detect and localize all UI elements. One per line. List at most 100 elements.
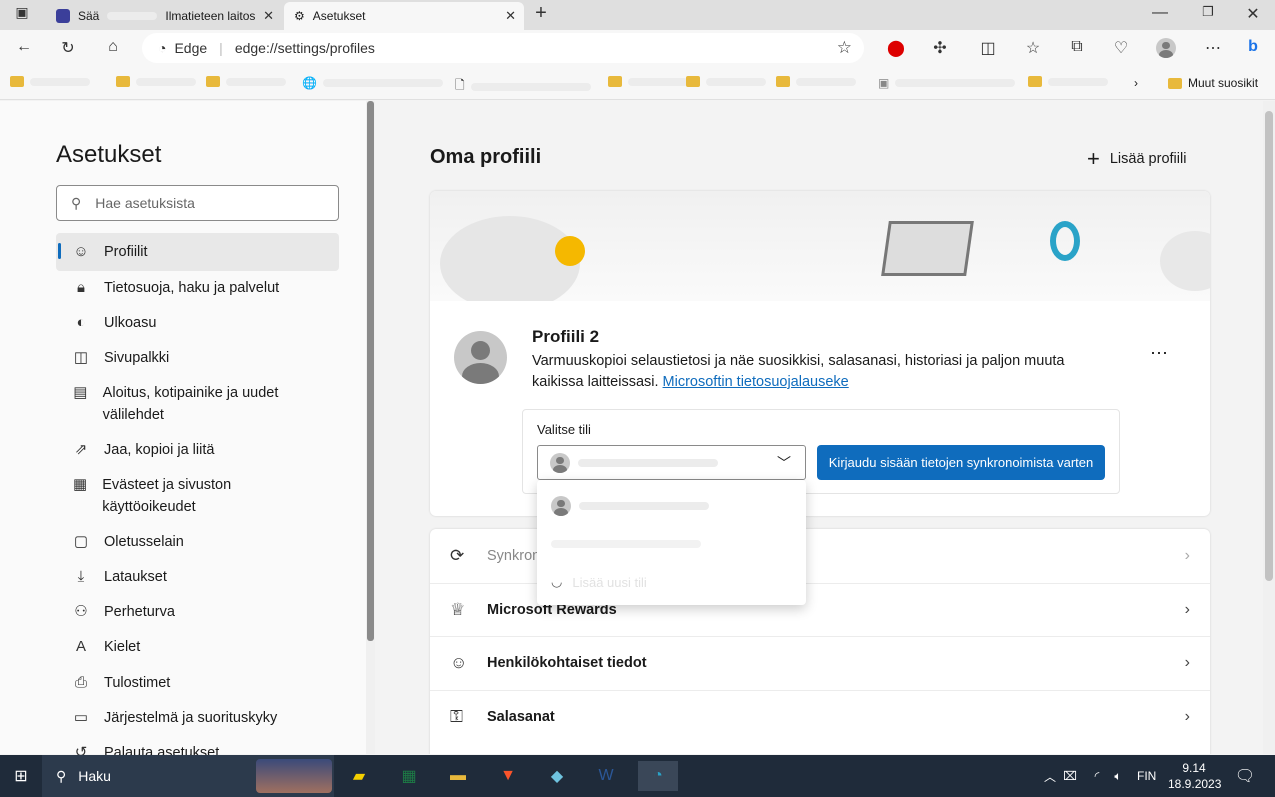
start-button[interactable]: ⊞ — [6, 761, 36, 791]
trophy-icon: ♕ — [450, 600, 466, 619]
refresh-icon[interactable]: ↻ — [58, 38, 78, 58]
file-explorer-icon[interactable]: ▬ — [443, 761, 473, 791]
other-favorites[interactable]: Muut suosikit — [1168, 76, 1258, 90]
close-tab-icon[interactable]: ✕ — [263, 8, 274, 24]
download-icon: ⤓ — [77, 568, 85, 585]
performance-icon[interactable]: ♡ — [1111, 38, 1131, 58]
home-icon[interactable]: ⌂ — [103, 38, 123, 56]
sidebar-item-languages[interactable]: A Kielet — [56, 628, 339, 666]
add-profile-button[interactable]: + Lisää profiili — [1087, 146, 1186, 172]
fmi-icon — [56, 9, 70, 23]
favorite-item[interactable]: ▣ — [878, 76, 1016, 90]
sidebar-item-privacy[interactable]: 🔒︎ Tietosuoja, haku ja palvelut — [56, 269, 339, 307]
notifications-icon[interactable]: 🗨︎ — [1230, 761, 1260, 791]
restore-button[interactable]: ❐ — [1198, 4, 1218, 20]
profile-card: Profiili 2 Varmuuskopioi selaustietosi j… — [430, 191, 1210, 516]
row-personal-info[interactable]: ☺ Henkilökohtaiset tiedot › — [430, 636, 1210, 689]
plus-icon: + — [1087, 146, 1100, 171]
dropdown-add-account[interactable]: ◡ Lisää uusi tili — [537, 564, 806, 600]
tab-actions-icon[interactable]: ▣ — [12, 4, 32, 21]
sidebar-item-default-browser[interactable]: ▢ Oletusselain — [56, 523, 339, 561]
privacy-link[interactable]: Microsoftin tietosuojalauseke — [663, 374, 849, 390]
excel-icon[interactable]: ▦ — [394, 761, 424, 791]
lock-icon: 🔒︎ — [77, 279, 85, 296]
tab-weather[interactable]: Sää Ilmatieteen laitos ✕ — [46, 2, 282, 30]
favorite-item[interactable] — [608, 76, 688, 87]
sidebar-icon: ◫ — [73, 349, 89, 366]
browser-icon: ▢ — [73, 533, 89, 550]
clock[interactable]: 9.14 18.9.2023 — [1168, 760, 1221, 792]
profile-avatar[interactable] — [1156, 38, 1176, 58]
sidebar-item-cookies[interactable]: ▦ Evästeet ja sivuston käyttöoikeudet — [56, 466, 306, 526]
sticky-notes-icon[interactable]: ▰ — [344, 761, 374, 791]
url-text: edge://settings/profiles — [234, 40, 375, 56]
favorite-item[interactable] — [10, 76, 90, 87]
favorites-icon[interactable]: ☆ — [1023, 38, 1043, 58]
favorite-item[interactable] — [776, 76, 856, 87]
key-icon: ⚿ — [450, 707, 463, 726]
favorite-item[interactable] — [686, 76, 766, 87]
address-bar[interactable]: ◔ Edge | edge://settings/profiles ☆ — [142, 33, 864, 63]
search-icon: ⚲ — [71, 194, 82, 211]
close-window-button[interactable]: ✕ — [1243, 4, 1263, 24]
sidebar-item-profiles[interactable]: ☺ Profiilit — [56, 233, 339, 271]
input-language[interactable]: FIN — [1137, 769, 1156, 783]
favorite-item[interactable] — [1028, 76, 1108, 87]
word-icon[interactable]: W — [591, 761, 621, 791]
sidebar-scrollbar[interactable] — [366, 101, 375, 754]
favorite-item[interactable] — [206, 76, 286, 87]
favorite-item[interactable]: 🌐 — [302, 76, 443, 90]
app-icon[interactable]: ◆ — [542, 761, 572, 791]
favorite-item[interactable] — [116, 76, 196, 87]
favorite-star-icon[interactable]: ☆ — [837, 38, 852, 58]
bing-icon[interactable]: b — [1243, 38, 1263, 56]
split-screen-icon[interactable]: ◫ — [978, 38, 998, 58]
search-input[interactable]: ⚲ Hae asetuksista — [56, 185, 339, 221]
search-icon: ⚲ — [56, 767, 67, 784]
sidebar-item-system[interactable]: ▭ Järjestelmä ja suorituskyky — [56, 699, 339, 737]
sidebar-item-downloads[interactable]: ⤓ Lataukset — [56, 558, 339, 596]
more-icon[interactable]: ⋯ — [1203, 38, 1223, 58]
chevron-right-icon: › — [1184, 601, 1190, 618]
account-select[interactable]: ﹀ — [537, 445, 806, 480]
dropdown-account-item[interactable] — [537, 526, 806, 562]
sidebar-item-share[interactable]: ⇗ Jaa, kopioi ja liitä — [56, 431, 339, 469]
chevron-right-icon: › — [1184, 654, 1190, 671]
close-tab-icon[interactable]: ✕ — [505, 8, 516, 24]
more-options-icon[interactable]: ⋯ — [1150, 343, 1168, 364]
row-passwords[interactable]: ⚿ Salasanat › — [430, 690, 1210, 743]
account-label: Valitse tili — [537, 422, 591, 437]
battery-icon[interactable]: ⌧ — [1055, 761, 1085, 791]
minimize-button[interactable]: — — [1150, 4, 1170, 22]
extensions-icon[interactable]: ✣ — [930, 38, 950, 58]
family-icon: ⚇ — [74, 603, 88, 620]
sidebar-item-printers[interactable]: ⎙ Tulostimet — [56, 664, 339, 702]
gear-icon: ⚙ — [294, 9, 305, 23]
dropdown-account-item[interactable] — [537, 488, 806, 524]
back-icon[interactable]: ← — [14, 38, 34, 56]
favorite-item[interactable]: 🗋 — [455, 76, 591, 97]
sidebar-item-appearance[interactable]: ◐ Ulkoasu — [56, 304, 339, 342]
home-icon: ▤ — [73, 384, 88, 401]
sidebar-item-start[interactable]: ▤ Aloitus, kotipainike ja uudet välilehde… — [56, 374, 326, 434]
volume-icon[interactable]: 🔈︎ — [1103, 761, 1133, 791]
opera-adblock-icon[interactable]: ⬤ — [886, 38, 906, 58]
brave-icon[interactable]: ▼ — [493, 761, 523, 791]
sync-icon: ⟳ — [450, 545, 465, 565]
new-tab-button[interactable]: + — [531, 2, 551, 25]
edge-taskbar-icon[interactable]: ◔ — [638, 761, 678, 791]
sidebar-item-family[interactable]: ⚇ Perheturva — [56, 593, 339, 631]
tab-settings[interactable]: ⚙ Asetukset ✕ — [284, 2, 524, 30]
main-content: Oma profiili + Lisää profiili Profiili 2 … — [375, 101, 1263, 754]
signin-sync-button[interactable]: Kirjaudu sisään tietojen synkronoimista … — [817, 445, 1105, 480]
sidebar-item-sidebar[interactable]: ◫ Sivupalkki — [56, 339, 339, 377]
taskbar-search[interactable]: ⚲ Haku — [42, 755, 334, 797]
settings-title: Asetukset — [56, 141, 162, 168]
collections-icon[interactable]: ⧉ — [1067, 38, 1087, 56]
chevron-right-icon: › — [1184, 708, 1190, 725]
main-scrollbar[interactable] — [1263, 101, 1275, 754]
laptop-icon: ▭ — [73, 709, 89, 726]
chevron-right-icon[interactable]: › — [1134, 76, 1138, 90]
taskbar: ⊞ ⚲ Haku ▰ ▦ ▬ ▼ ◆ W ◔ ︿ ⌧ ◜ 🔈︎ FIN 9.14 1… — [0, 755, 1275, 797]
share-icon: ⇗ — [74, 441, 88, 458]
